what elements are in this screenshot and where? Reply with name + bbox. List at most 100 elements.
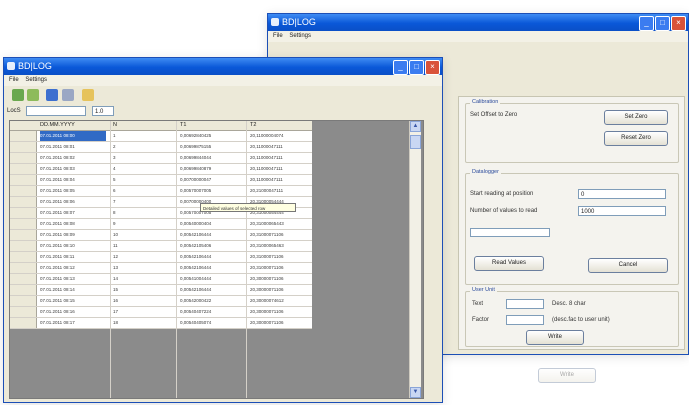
cell-n[interactable]: 1: [113, 131, 173, 141]
vertical-scrollbar[interactable]: ▲ ▼: [409, 121, 421, 398]
cell-date[interactable]: 07.01.2011 08:12: [40, 263, 106, 273]
cell-t1[interactable]: 0,00692840425: [180, 131, 240, 141]
table-row[interactable]: 07.01.2011 08:09 10 0,00542106444 20,310000…: [10, 230, 312, 241]
read-values-button[interactable]: Read Values: [474, 256, 544, 271]
cell-n[interactable]: 3: [113, 153, 173, 163]
cell-n[interactable]: 4: [113, 164, 173, 174]
cell-t2[interactable]: 20,11000047111: [250, 153, 308, 163]
user-unit-factor-input[interactable]: [506, 315, 544, 325]
cell-t2[interactable]: 20,31000065463: [250, 241, 308, 251]
cell-date[interactable]: 07.01.2011 08:15: [40, 296, 106, 306]
cell-date[interactable]: 07.01.2011 08:13: [40, 274, 106, 284]
cell-n[interactable]: 14: [113, 274, 173, 284]
cell-date[interactable]: 07.01.2011 08:11: [40, 252, 106, 262]
scroll-up-icon[interactable]: ▲: [410, 121, 421, 132]
cell-n[interactable]: 16: [113, 296, 173, 306]
cell-n[interactable]: 13: [113, 263, 173, 273]
close-icon[interactable]: ×: [425, 60, 440, 75]
table-row[interactable]: 07.01.2011 08:13 14 0,00541004444 20,300000…: [10, 274, 312, 285]
cell-date[interactable]: 07.01.2011 08:09: [40, 230, 106, 240]
menu-settings[interactable]: Settings: [289, 33, 311, 39]
cell-t1[interactable]: 0,00542000422: [180, 296, 240, 306]
cell-t1[interactable]: 0,00542105406: [180, 241, 240, 251]
cell-t2[interactable]: 20,31000071106: [250, 252, 308, 262]
cell-date[interactable]: 07.01.2011 08:02: [40, 153, 106, 163]
table-row[interactable]: 07.01.2011 08:00 1 0,00692840425 20,1100000…: [10, 131, 312, 142]
reset-zero-button[interactable]: Reset Zero: [604, 131, 668, 146]
user-unit-text-input[interactable]: [506, 299, 544, 309]
cell-t2[interactable]: 20,21000047111: [250, 186, 308, 196]
cell-date[interactable]: 07.01.2011 08:06: [40, 197, 106, 207]
close-icon[interactable]: ×: [671, 16, 686, 31]
address-input-a[interactable]: [26, 106, 86, 116]
cell-n[interactable]: 2: [113, 142, 173, 152]
address-input-b[interactable]: 1.0: [92, 106, 114, 116]
cell-t2[interactable]: 20,30000071106: [250, 285, 308, 295]
cell-t2[interactable]: 20,11000047111: [250, 175, 308, 185]
cell-t1[interactable]: 0,00540407224: [180, 307, 240, 317]
cell-t1[interactable]: 0,00542106444: [180, 252, 240, 262]
cell-t2[interactable]: 20,30000071106: [250, 307, 308, 317]
cell-t1[interactable]: 0,00699844044: [180, 153, 240, 163]
cell-t2[interactable]: 20,11000004074: [250, 131, 308, 141]
table-row[interactable]: 07.01.2011 08:01 2 0,00699875155 20,1100004…: [10, 142, 312, 153]
column-header-t2[interactable]: T2: [250, 121, 256, 130]
table-row[interactable]: 07.01.2011 08:17 18 0,00540405074 20,300000…: [10, 318, 312, 329]
cell-t1[interactable]: 0,00542106444: [180, 285, 240, 295]
number-of-values-input[interactable]: 1000: [578, 206, 666, 216]
save-icon[interactable]: [46, 89, 58, 101]
cell-n[interactable]: 8: [113, 208, 173, 218]
column-header-t1[interactable]: T1: [180, 121, 186, 130]
cell-n[interactable]: 6: [113, 186, 173, 196]
table-row[interactable]: 07.01.2011 08:14 15 0,00542106444 20,300000…: [10, 285, 312, 296]
column-header-date[interactable]: DD.MM.YYYY: [40, 121, 75, 130]
cell-t2[interactable]: 20,30000071106: [250, 274, 308, 284]
cell-t1[interactable]: 0,00541004444: [180, 274, 240, 284]
cell-t2[interactable]: 20,31000071106: [250, 230, 308, 240]
table-row[interactable]: 07.01.2011 08:02 3 0,00699844044 20,1100004…: [10, 153, 312, 164]
scroll-thumb[interactable]: [410, 135, 421, 149]
export-icon[interactable]: [82, 89, 94, 101]
cell-t1[interactable]: 0,00540405074: [180, 318, 240, 328]
cell-t1[interactable]: 0,00542106444: [180, 230, 240, 240]
table-row[interactable]: 07.01.2011 08:11 12 0,00542106444 20,310000…: [10, 252, 312, 263]
connect-icon[interactable]: [12, 89, 24, 101]
maximize-icon[interactable]: □: [409, 60, 424, 75]
minimize-icon[interactable]: _: [393, 60, 408, 75]
table-row[interactable]: 07.01.2011 08:04 5 0,00700000047 20,1100004…: [10, 175, 312, 186]
write-button[interactable]: Write: [526, 330, 584, 345]
minimize-icon[interactable]: _: [639, 16, 654, 31]
cell-n[interactable]: 15: [113, 285, 173, 295]
table-row[interactable]: 07.01.2011 08:15 16 0,00542000422 20,300000…: [10, 296, 312, 307]
cell-n[interactable]: 17: [113, 307, 173, 317]
cell-t1[interactable]: 0,00700000047: [180, 175, 240, 185]
scroll-down-icon[interactable]: ▼: [410, 387, 421, 398]
cell-n[interactable]: 7: [113, 197, 173, 207]
cell-date[interactable]: 07.01.2011 08:14: [40, 285, 106, 295]
cell-date[interactable]: 07.01.2011 08:04: [40, 175, 106, 185]
cell-n[interactable]: 12: [113, 252, 173, 262]
chart-icon[interactable]: [62, 89, 74, 101]
cell-t1[interactable]: 0,00699840879: [180, 164, 240, 174]
table-row[interactable]: 07.01.2011 08:10 11 0,00542105406 20,310000…: [10, 241, 312, 252]
table-row[interactable]: 07.01.2011 08:08 9 0,00540000404 20,3100006…: [10, 219, 312, 230]
table-row[interactable]: 07.01.2011 08:03 4 0,00699840879 20,1100004…: [10, 164, 312, 175]
cell-date[interactable]: 07.01.2011 08:03: [40, 164, 106, 174]
table-row[interactable]: 07.01.2011 08:16 17 0,00540407224 20,300000…: [10, 307, 312, 318]
start-reading-input[interactable]: 0: [578, 189, 666, 199]
cell-date[interactable]: 07.01.2011 08:10: [40, 241, 106, 251]
maximize-icon[interactable]: □: [655, 16, 670, 31]
cell-date[interactable]: 07.01.2011 08:07: [40, 208, 106, 218]
menu-file[interactable]: File: [273, 33, 283, 39]
cell-t1[interactable]: 0,00699875155: [180, 142, 240, 152]
cell-t2[interactable]: 20,30000074612: [250, 296, 308, 306]
set-zero-button[interactable]: Set Zero: [604, 110, 668, 125]
cell-t2[interactable]: 20,31000071106: [250, 263, 308, 273]
cell-date[interactable]: 07.01.2011 08:00: [40, 131, 106, 141]
cell-date[interactable]: 07.01.2011 08:17: [40, 318, 106, 328]
cell-n[interactable]: 9: [113, 219, 173, 229]
cell-date[interactable]: 07.01.2011 08:16: [40, 307, 106, 317]
cell-date[interactable]: 07.01.2011 08:01: [40, 142, 106, 152]
back-window-titlebar[interactable]: BD|LOG _ □ ×: [268, 14, 688, 31]
cell-n[interactable]: 5: [113, 175, 173, 185]
